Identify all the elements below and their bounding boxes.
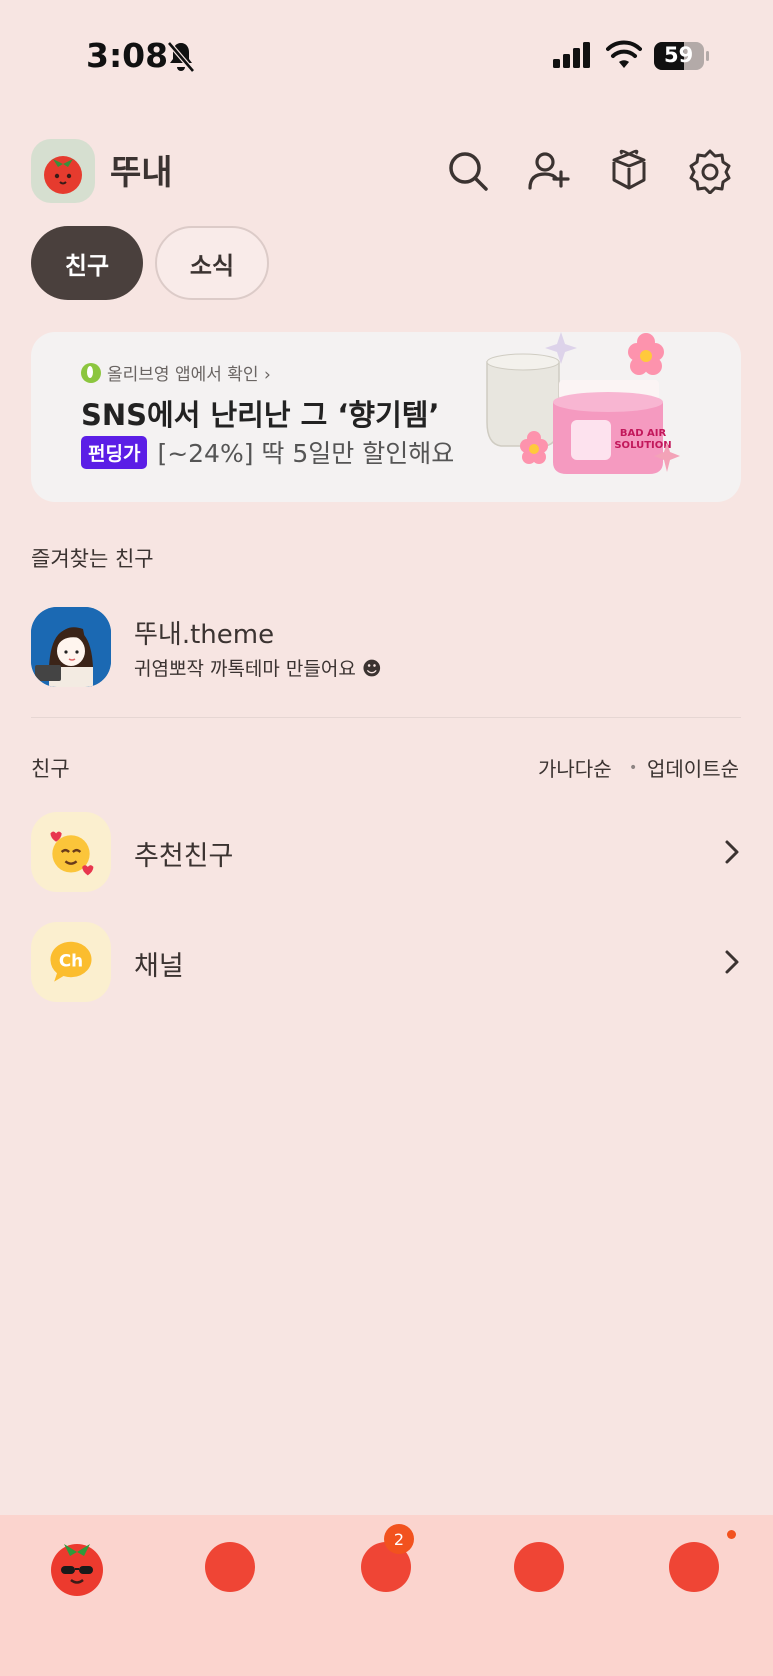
profile-name: 뚜내 [110,153,173,193]
chevron-right-icon[interactable] [722,838,742,866]
nav-friends-tomato-icon[interactable] [42,1530,112,1600]
sort-alphabetical[interactable]: 가나다순 [538,753,612,782]
favorites-section-label: 즐겨찾는 친구 [31,547,154,571]
chevron-right-icon[interactable] [722,948,742,976]
recommended-friends-icon [31,812,111,892]
tab-news[interactable]: 소식 [155,226,269,300]
sort-updated[interactable]: 업데이트순 [647,753,739,782]
status-time: 3:08 [86,36,169,75]
channel-icon: Ch [31,922,111,1002]
nav-chats-tomato-icon[interactable] [195,1530,265,1600]
search-icon[interactable] [445,148,491,194]
olive-young-logo-icon [81,362,101,383]
banner-source: 올리브영 앱에서 확인 › [81,360,271,385]
svg-text:SOLUTION: SOLUTION [614,440,671,451]
tab-friends[interactable]: 친구 [31,226,143,300]
banner-source-text: 올리브영 앱에서 확인 › [107,365,271,385]
friend-avatar[interactable] [31,607,111,687]
channel-label[interactable]: 채널 [134,944,184,983]
friend-status-message: 귀염뽀작 까톡테마 만들어요 ☻ [134,658,382,680]
sort-separator: • [629,760,638,776]
section-divider [31,717,741,718]
nav-new-dot [727,1530,736,1539]
nav-notification-badge: 2 [384,1524,414,1554]
my-profile-avatar[interactable] [31,139,95,203]
add-friend-icon[interactable] [526,148,572,194]
banner-subtitle: [~24%] 딱 5일만 할인해요 [157,439,455,468]
bell-muted-icon [166,40,196,74]
product-image: BAD AIR SOLUTION [471,332,741,502]
nav-more-tomato-icon[interactable] [659,1530,729,1600]
friends-section-label: 친구 [31,757,70,781]
channel-icon-text: Ch [59,951,83,971]
battery-level: 59 [664,43,694,67]
funding-badge: 펀딩가 [81,435,148,469]
gift-box-icon[interactable] [606,148,652,194]
cellular-signal-icon [553,42,593,72]
settings-gear-icon[interactable] [687,148,733,195]
wifi-icon [606,40,642,70]
nav-shopping-tomato-icon[interactable] [504,1530,574,1600]
battery-icon: 59 [654,42,710,70]
friend-name: 뚜내.theme [134,620,275,650]
banner-title: SNS에서 난리난 그 ‘향기템’ [81,398,440,432]
ad-banner[interactable]: 올리브영 앱에서 확인 › SNS에서 난리난 그 ‘향기템’ 펀딩가 [~24… [31,332,741,502]
recommended-friends-label[interactable]: 추천친구 [134,834,233,873]
banner-subtitle-row: 펀딩가 [~24%] 딱 5일만 할인해요 [81,434,454,470]
svg-text:BAD AIR: BAD AIR [620,428,667,439]
